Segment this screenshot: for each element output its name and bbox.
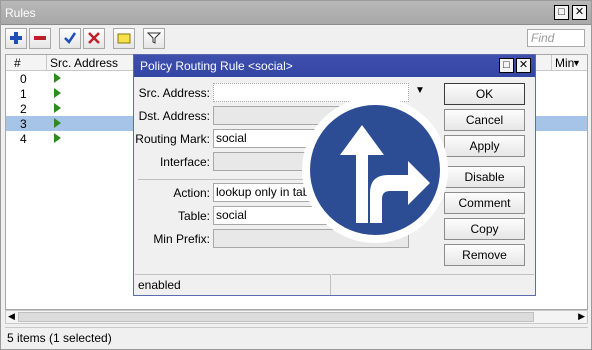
scroll-right-icon[interactable]: ▶: [578, 311, 585, 322]
disable-x-icon: [88, 32, 100, 44]
dialog-status: enabled: [135, 274, 331, 295]
enable-check-icon: [64, 32, 77, 44]
enable-button[interactable]: [59, 28, 81, 49]
status-bar: 5 items (1 selected): [5, 327, 588, 345]
add-button[interactable]: [5, 28, 27, 49]
scroll-left-icon[interactable]: ◀: [8, 311, 15, 322]
dst-address-label: Dst. Address:: [138, 109, 210, 123]
close-button[interactable]: ✕: [572, 5, 587, 20]
routing-mark-label: Routing Mark:: [135, 132, 210, 146]
window-title: Rules: [5, 6, 36, 20]
rule-flag-icon: [54, 73, 61, 83]
interface-label: Interface:: [159, 155, 210, 169]
horizontal-scrollbar[interactable]: ◀ ▶: [5, 310, 588, 324]
rule-flag-icon: [54, 133, 61, 143]
src-address-label: Src. Address:: [138, 86, 210, 100]
dialog-close-button[interactable]: ✕: [516, 58, 531, 73]
disable-rule-button[interactable]: Disable: [444, 166, 525, 188]
dialog-status-secondary: [332, 274, 534, 295]
dialog-maximize-button[interactable]: □: [499, 58, 514, 73]
remove-rule-button[interactable]: Remove: [444, 244, 525, 266]
disable-button[interactable]: [83, 28, 105, 49]
remove-button[interactable]: [29, 28, 51, 49]
add-icon: [10, 32, 22, 44]
min-prefix-label: Min Prefix:: [153, 232, 210, 246]
dialog-titlebar: Policy Routing Rule <social> □ ✕: [134, 55, 535, 77]
apply-button[interactable]: Apply: [444, 135, 525, 157]
filter-icon: [147, 32, 161, 44]
src-address-dropdown-icon[interactable]: ▼: [415, 85, 425, 96]
window-titlebar: Rules □ ✕: [1, 1, 591, 25]
column-menu-icon[interactable]: ▼: [572, 58, 581, 68]
rule-flag-icon: [54, 88, 61, 98]
maximize-button[interactable]: □: [554, 5, 569, 20]
cancel-button[interactable]: Cancel: [444, 109, 525, 131]
column-header-number[interactable]: #: [14, 56, 21, 70]
column-header-src-address[interactable]: Src. Address: [50, 56, 118, 70]
table-label: Table:: [177, 209, 210, 223]
ok-button[interactable]: OK: [444, 83, 525, 105]
comment-note-icon: [117, 33, 131, 44]
scroll-thumb[interactable]: [18, 312, 534, 322]
filter-button[interactable]: [143, 28, 165, 49]
comment-button[interactable]: [113, 28, 135, 49]
route-sign-badge: [302, 97, 448, 243]
comment-rule-button[interactable]: Comment: [444, 192, 525, 214]
dialog-title: Policy Routing Rule <social>: [140, 59, 293, 73]
status-text: 5 items (1 selected): [7, 331, 112, 345]
toolbar: [1, 25, 591, 53]
copy-button[interactable]: Copy: [444, 218, 525, 240]
rule-flag-icon: [54, 103, 61, 113]
find-input[interactable]: Find: [527, 29, 585, 47]
route-arrow-sign-icon: [310, 105, 440, 235]
remove-icon: [34, 36, 46, 40]
rule-flag-icon: [54, 118, 61, 128]
action-label: Action:: [173, 186, 210, 200]
